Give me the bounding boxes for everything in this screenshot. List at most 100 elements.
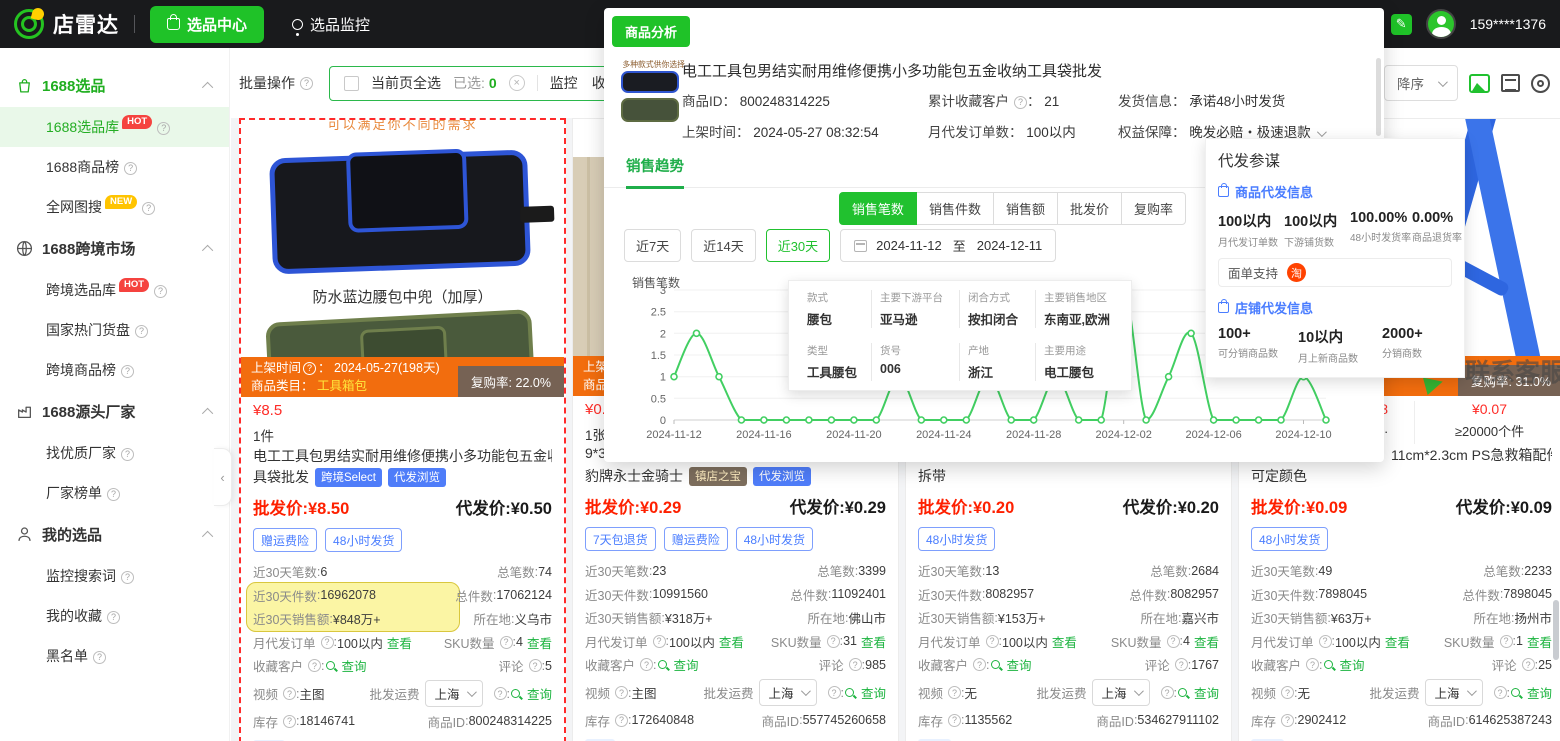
help-icon[interactable]: ? bbox=[124, 162, 137, 175]
help-icon[interactable]: ? bbox=[1500, 635, 1513, 648]
help-icon[interactable]: ? bbox=[121, 448, 134, 461]
sidebar-item-3-0[interactable]: 监控搜索词? bbox=[0, 556, 229, 596]
sidebar-item-0-1[interactable]: 1688商品榜? bbox=[0, 147, 229, 187]
help-icon[interactable]: ? bbox=[986, 635, 999, 648]
help-icon[interactable]: ? bbox=[107, 611, 120, 624]
sort-select[interactable]: 降序 bbox=[1384, 65, 1458, 101]
action-link[interactable]: 查询 bbox=[1527, 683, 1552, 702]
user-phone[interactable]: 159****1376 bbox=[1470, 16, 1546, 32]
help-icon[interactable]: ? bbox=[494, 687, 507, 700]
metric-button[interactable]: 销售件数 bbox=[916, 192, 994, 225]
help-icon[interactable]: ? bbox=[121, 365, 134, 378]
sidebar-item-2-1[interactable]: 厂家榜单? bbox=[0, 473, 229, 513]
action-link[interactable]: 查看 bbox=[527, 633, 552, 652]
help-icon[interactable]: ? bbox=[828, 686, 841, 699]
sidebar-item-1-2[interactable]: 跨境商品榜? bbox=[0, 350, 229, 390]
help-icon[interactable]: ? bbox=[948, 686, 961, 699]
help-icon[interactable]: ? bbox=[948, 714, 961, 727]
help-icon[interactable]: ? bbox=[300, 77, 313, 90]
help-icon[interactable]: ? bbox=[154, 285, 167, 298]
help-icon[interactable]: ? bbox=[283, 687, 296, 700]
tab-sales-trend[interactable]: 销售趋势 bbox=[626, 155, 684, 189]
help-icon[interactable]: ? bbox=[283, 715, 296, 728]
action-link[interactable]: 查看 bbox=[719, 632, 744, 651]
clear-selection-icon[interactable]: × bbox=[509, 75, 525, 91]
help-icon[interactable]: ? bbox=[142, 202, 155, 215]
action-link[interactable]: 查询 bbox=[674, 655, 699, 674]
help-icon[interactable]: ? bbox=[1014, 96, 1027, 109]
help-icon[interactable]: ? bbox=[303, 362, 316, 375]
help-icon[interactable]: ? bbox=[107, 488, 120, 501]
sidebar-item-1-0[interactable]: 跨境选品库HOT? bbox=[0, 270, 229, 310]
select-all-checkbox[interactable] bbox=[344, 76, 359, 91]
list-view-icon[interactable] bbox=[1501, 74, 1520, 92]
action-link[interactable]: 查询 bbox=[1194, 683, 1219, 702]
sidebar-item-2-0[interactable]: 找优质厂家? bbox=[0, 433, 229, 473]
freight-region-select[interactable]: 上海 bbox=[759, 679, 816, 706]
help-icon[interactable]: ? bbox=[1167, 635, 1180, 648]
help-icon[interactable]: ? bbox=[849, 658, 862, 671]
action-link[interactable]: 查询 bbox=[861, 683, 886, 702]
action-link[interactable]: 查询 bbox=[527, 684, 552, 703]
action-link[interactable]: 查询 bbox=[1340, 655, 1365, 674]
range-button[interactable]: 近7天 bbox=[624, 229, 681, 262]
product-title[interactable]: 电工工具包男结实耐用维修便携小多功能包五金收纳工具袋批发跨境Select代发浏览 bbox=[241, 445, 564, 490]
action-link[interactable]: 查看 bbox=[387, 633, 412, 652]
toolbar-action[interactable]: 监控 bbox=[550, 75, 578, 91]
sidebar-section-0[interactable]: 1688选品 bbox=[0, 64, 229, 107]
action-link[interactable]: 查看 bbox=[1052, 632, 1077, 651]
freight-region-select[interactable]: 上海 bbox=[425, 680, 482, 707]
action-link[interactable]: 查看 bbox=[1385, 632, 1410, 651]
help-icon[interactable]: ? bbox=[121, 571, 134, 584]
modal-scrollbar[interactable] bbox=[1376, 58, 1381, 136]
help-icon[interactable]: ? bbox=[1175, 658, 1188, 671]
range-button[interactable]: 近14天 bbox=[691, 229, 755, 262]
help-icon[interactable]: ? bbox=[1281, 686, 1294, 699]
date-range-picker[interactable]: 2024-11-12 至 2024-12-11 bbox=[840, 229, 1056, 262]
select-all-label[interactable]: 当前页全选 bbox=[371, 73, 441, 93]
product-card[interactable]: 可以满足你不同的需求防水蓝边腰包中兜（加厚）上架时间?： 2024-05-27(… bbox=[239, 118, 566, 741]
message-icon[interactable]: ✎ bbox=[1391, 14, 1412, 35]
action-link[interactable]: 查看 bbox=[1527, 632, 1552, 651]
help-icon[interactable]: ? bbox=[135, 325, 148, 338]
action-link[interactable]: 查看 bbox=[1194, 632, 1219, 651]
help-icon[interactable]: ? bbox=[308, 659, 321, 672]
sidebar-item-0-2[interactable]: 全网图搜NEW? bbox=[0, 187, 229, 227]
range-button[interactable]: 近30天 bbox=[766, 229, 830, 262]
help-icon[interactable]: ? bbox=[973, 658, 986, 671]
sidebar-section-1[interactable]: 1688跨境市场 bbox=[0, 227, 229, 270]
sidebar-item-3-1[interactable]: 我的收藏? bbox=[0, 596, 229, 636]
help-icon[interactable]: ? bbox=[640, 658, 653, 671]
help-icon[interactable]: ? bbox=[1522, 658, 1535, 671]
help-icon[interactable]: ? bbox=[615, 686, 628, 699]
help-icon[interactable]: ? bbox=[157, 122, 170, 135]
help-icon[interactable]: ? bbox=[1494, 686, 1507, 699]
sidebar-collapse-handle[interactable]: ‹ bbox=[214, 448, 232, 506]
help-icon[interactable]: ? bbox=[529, 659, 542, 672]
help-icon[interactable]: ? bbox=[615, 714, 628, 727]
help-icon[interactable]: ? bbox=[93, 651, 106, 664]
help-icon[interactable]: ? bbox=[1281, 714, 1294, 727]
sidebar-item-0-0[interactable]: 1688选品库HOT? bbox=[0, 107, 229, 147]
metric-button[interactable]: 销售笔数 bbox=[839, 192, 917, 225]
help-icon[interactable]: ? bbox=[500, 636, 513, 649]
sidebar-section-2[interactable]: 1688源头厂家 bbox=[0, 390, 229, 433]
help-icon[interactable]: ? bbox=[321, 636, 334, 649]
avatar[interactable] bbox=[1426, 9, 1456, 39]
nav-selection-monitor[interactable]: 选品监控 bbox=[292, 14, 370, 35]
settings-icon[interactable] bbox=[1531, 74, 1550, 93]
help-icon[interactable]: ? bbox=[827, 635, 840, 648]
help-icon[interactable]: ? bbox=[1306, 658, 1319, 671]
action-link[interactable]: 查询 bbox=[1007, 655, 1032, 674]
action-link[interactable]: 查看 bbox=[861, 632, 886, 651]
sidebar-item-3-2[interactable]: 黑名单? bbox=[0, 636, 229, 676]
image-view-icon[interactable] bbox=[1469, 74, 1490, 93]
nav-selection-center[interactable]: 选品中心 bbox=[150, 6, 264, 43]
page-scrollbar[interactable] bbox=[1553, 600, 1559, 660]
help-icon[interactable]: ? bbox=[1161, 686, 1174, 699]
metric-button[interactable]: 复购率 bbox=[1121, 192, 1186, 225]
action-link[interactable]: 查询 bbox=[342, 656, 367, 675]
sidebar-section-3[interactable]: 我的选品 bbox=[0, 513, 229, 556]
freight-region-select[interactable]: 上海 bbox=[1425, 679, 1482, 706]
help-icon[interactable]: ? bbox=[1319, 635, 1332, 648]
